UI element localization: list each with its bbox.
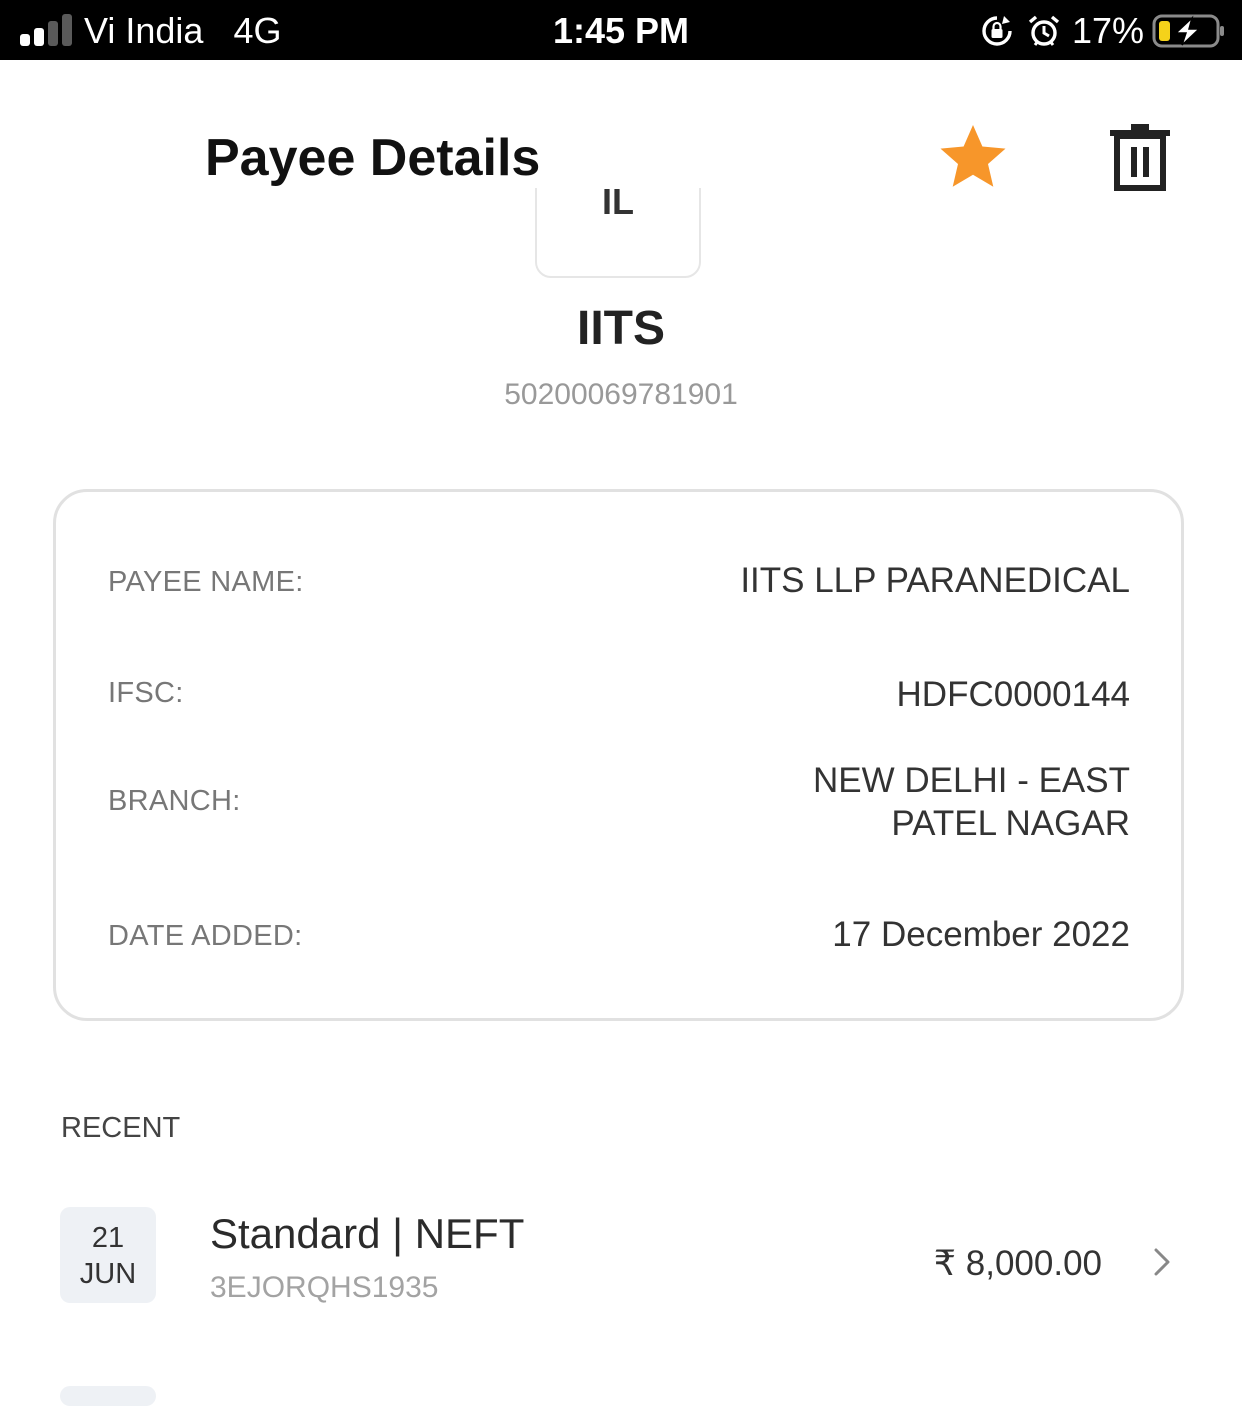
rotation-lock-icon (982, 16, 1012, 46)
next-transaction-date-badge (60, 1386, 156, 1406)
transaction-day: 21 (91, 1222, 125, 1254)
transaction-month: JUN (79, 1258, 137, 1290)
date-added-value: 17 December 2022 (832, 915, 1130, 954)
payee-short-name: IITS (576, 302, 665, 355)
ifsc-label: IFSC: (108, 677, 184, 709)
account-number: 50200069781901 (504, 378, 738, 411)
chevron-right-icon[interactable] (1150, 1246, 1174, 1278)
ifsc-value: HDFC0000144 (896, 675, 1130, 714)
alarm-clock-icon (1028, 15, 1060, 46)
delete-trash-icon[interactable] (1104, 120, 1176, 192)
battery-percent: 17% (1072, 10, 1145, 51)
recent-section-heading: RECENT (61, 1112, 181, 1144)
transaction-amount: ₹ 8,000.00 (933, 1244, 1102, 1283)
transaction-date-badge: 21 JUN (60, 1207, 156, 1303)
branch-value-line2: PATEL NAGAR (891, 804, 1130, 843)
favorite-star-icon[interactable] (936, 120, 1010, 194)
transaction-reference: 3EJORQHS1935 (210, 1271, 439, 1304)
transaction-title: Standard | NEFT (210, 1210, 525, 1257)
payee-name-label: PAYEE NAME: (108, 566, 304, 598)
recent-transaction-row[interactable]: 21 JUN Standard | NEFT 3EJORQHS1935 ₹ 8,… (0, 1190, 1242, 1330)
branch-value-line1: NEW DELHI - EAST (813, 761, 1130, 800)
status-bar: Vi India 4G 1:45 PM 17% (0, 0, 1242, 60)
payee-name-value: IITS LLP PARANEDICAL (740, 561, 1130, 600)
app-header (0, 60, 1242, 188)
page-title: Payee Details (205, 129, 541, 187)
battery-charging-icon (1152, 14, 1224, 48)
date-added-label: DATE ADDED: (108, 920, 303, 952)
payee-details-card: PAYEE NAME: IITS LLP PARANEDICAL IFSC: H… (53, 489, 1184, 1021)
branch-label: BRANCH: (108, 785, 241, 817)
